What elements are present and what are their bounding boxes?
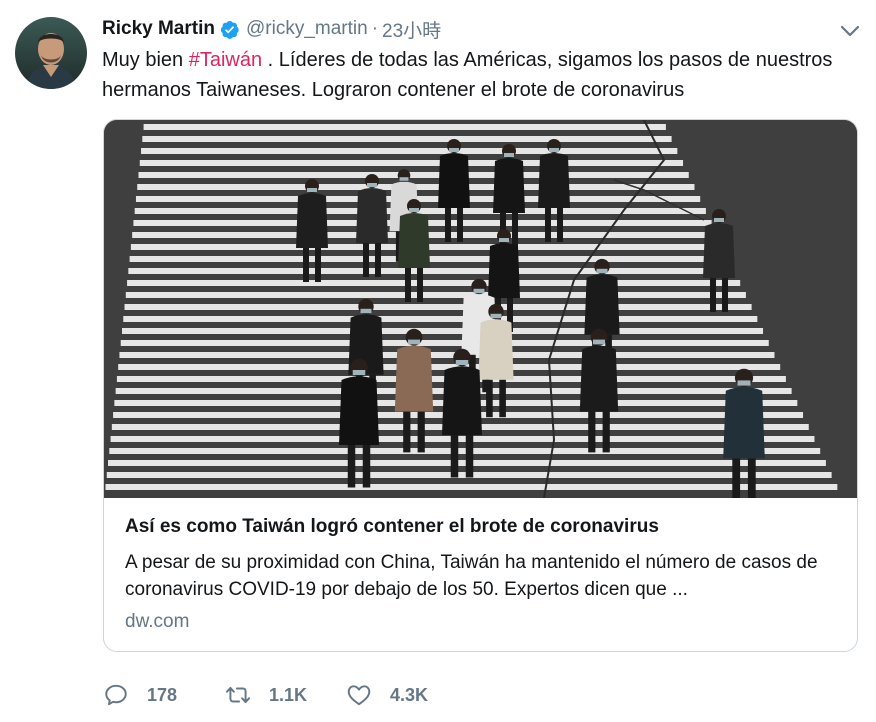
reply-button[interactable]: 178 [103, 682, 225, 708]
avatar[interactable] [15, 17, 87, 89]
retweet-button[interactable]: 1.1K [225, 682, 346, 708]
hashtag-link[interactable]: #Taiwán [189, 49, 262, 71]
card-image [104, 120, 857, 498]
tweet: Ricky Martin @ricky_martin · 23小時 Muy bi… [0, 0, 876, 722]
like-button[interactable]: 4.3K [346, 682, 466, 708]
heart-icon [347, 685, 371, 706]
verified-badge-icon [219, 19, 240, 40]
user-name[interactable]: Ricky Martin [102, 18, 215, 40]
card-domain: dw.com [125, 611, 190, 632]
comment-icon [105, 684, 127, 706]
link-card[interactable]: Así es como Taiwán logró contener el bro… [103, 119, 858, 652]
tweet-actions: 178 1.1K 4.3K [103, 682, 466, 708]
tweet-text-start: Muy bien [102, 49, 189, 71]
chevron-down-icon[interactable] [838, 19, 862, 43]
retweet-icon [225, 686, 251, 704]
card-description: A pesar de su proximidad con China, Taiw… [125, 552, 818, 600]
tweet-header: Ricky Martin @ricky_martin · 23小時 [102, 15, 441, 43]
separator-dot: · [371, 18, 379, 39]
card-title: Así es como Taiwán logró contener el bro… [125, 516, 659, 537]
tweet-text: Muy bien #Taiwán . Líderes de todas las … [102, 45, 862, 105]
reply-count: 178 [147, 684, 178, 705]
retweet-count: 1.1K [269, 684, 308, 705]
tweet-timestamp[interactable]: 23小時 [382, 16, 441, 43]
like-count: 4.3K [390, 684, 429, 705]
user-handle[interactable]: @ricky_martin [246, 18, 368, 40]
